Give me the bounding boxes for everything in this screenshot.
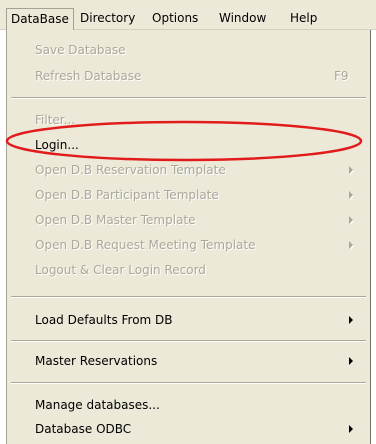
- menu-item-label: Open D.B Reservation Template: [35, 163, 226, 177]
- menu-window[interactable]: Window: [219, 10, 266, 27]
- menu-item-label: Login...: [35, 138, 79, 152]
- menu-item-label: Logout & Clear Login Record: [35, 263, 206, 277]
- submenu-arrow-icon: [349, 357, 353, 365]
- menu-item-refresh-database[interactable]: Refresh Database F9: [7, 65, 370, 87]
- submenu-arrow-icon: [349, 241, 353, 249]
- menu-item-save-database[interactable]: Save Database: [7, 39, 370, 61]
- menu-separator: [11, 382, 366, 384]
- menu-database[interactable]: DataBase: [6, 8, 74, 30]
- application-window: DataBase Directory Options Window Help S…: [0, 0, 376, 444]
- submenu-arrow-icon: [349, 216, 353, 224]
- menu-item-manage-databases[interactable]: Manage databases...: [7, 394, 370, 416]
- menu-item-open-request-meeting-template[interactable]: Open D.B Request Meeting Template: [7, 234, 370, 256]
- menu-item-open-reservation-template[interactable]: Open D.B Reservation Template: [7, 159, 370, 181]
- database-dropdown-menu: Save Database Refresh Database F9 Filter…: [6, 30, 371, 444]
- menu-item-database-odbc[interactable]: Database ODBC: [7, 418, 370, 440]
- menu-item-load-defaults[interactable]: Load Defaults From DB: [7, 309, 370, 331]
- menu-help[interactable]: Help: [290, 10, 317, 27]
- menu-item-label: Master Reservations: [35, 354, 158, 368]
- menu-bar: DataBase Directory Options Window Help: [0, 0, 376, 30]
- menu-directory[interactable]: Directory: [80, 10, 135, 27]
- menu-item-label: Save Database: [35, 43, 126, 57]
- menu-item-login[interactable]: Login...: [7, 134, 370, 156]
- menu-item-label: Open D.B Request Meeting Template: [35, 238, 256, 252]
- menu-item-label: Database ODBC: [35, 422, 132, 436]
- menu-item-label: Refresh Database: [35, 69, 142, 83]
- menu-item-label: Manage databases...: [35, 398, 160, 412]
- submenu-arrow-icon: [349, 191, 353, 199]
- menu-separator: [11, 296, 366, 298]
- menu-options[interactable]: Options: [152, 10, 198, 27]
- menu-item-label: Open D.B Master Template: [35, 213, 196, 227]
- menu-item-logout-clear-login[interactable]: Logout & Clear Login Record: [7, 259, 370, 281]
- menu-item-filter[interactable]: Filter...: [7, 109, 370, 131]
- menu-item-open-participant-template[interactable]: Open D.B Participant Template: [7, 184, 370, 206]
- submenu-arrow-icon: [349, 316, 353, 324]
- menu-separator: [11, 97, 366, 99]
- shortcut-label: F9: [334, 69, 349, 83]
- menu-separator: [11, 340, 366, 342]
- submenu-arrow-icon: [349, 425, 353, 433]
- menu-item-label: Load Defaults From DB: [35, 313, 173, 327]
- submenu-arrow-icon: [349, 166, 353, 174]
- menu-item-label: Open D.B Participant Template: [35, 188, 219, 202]
- menu-item-master-reservations[interactable]: Master Reservations: [7, 350, 370, 372]
- menu-item-open-master-template[interactable]: Open D.B Master Template: [7, 209, 370, 231]
- menu-item-label: Filter...: [35, 113, 76, 127]
